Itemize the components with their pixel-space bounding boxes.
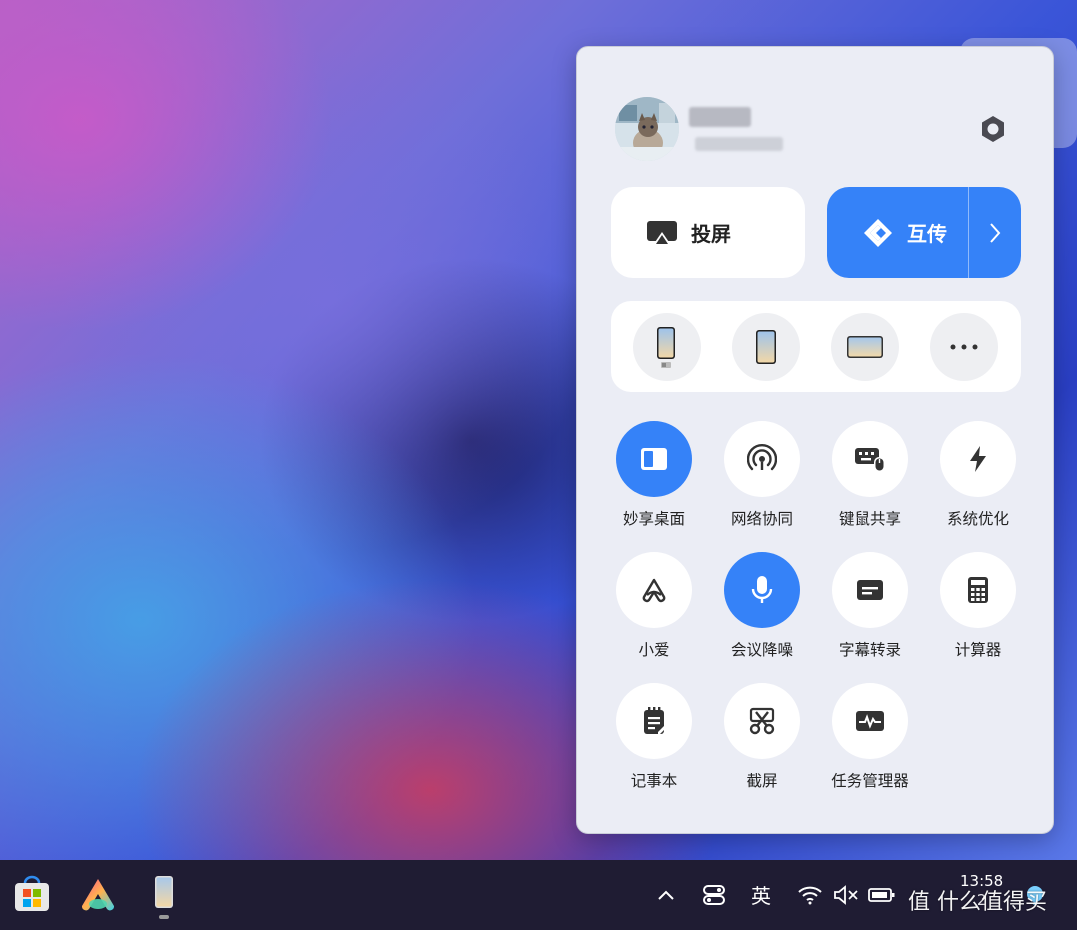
transfer-icon <box>861 216 895 250</box>
more-icon <box>950 344 978 350</box>
start-button[interactable] <box>12 874 52 914</box>
noise-reduction-toggle[interactable] <box>724 552 800 628</box>
tile-xiaoai[interactable]: 小爱 <box>600 552 708 662</box>
tile-label: 键鼠共享 <box>838 510 901 528</box>
task-manager-icon <box>856 711 884 731</box>
subtitle-toggle[interactable] <box>832 552 908 628</box>
task-manager-button[interactable] <box>832 683 908 759</box>
tile-task-manager[interactable]: 任务管理器 <box>816 683 924 793</box>
keyboard-mouse-toggle[interactable] <box>832 421 908 497</box>
tile-label: 计算器 <box>954 641 1002 659</box>
device-phone[interactable] <box>732 313 800 381</box>
chevron-up-icon <box>658 890 674 900</box>
xiaoai-taskbar-app[interactable] <box>76 874 120 914</box>
cast-icon <box>645 218 679 248</box>
tile-label: 记事本 <box>630 772 678 790</box>
phone-tablet-icon <box>657 327 675 368</box>
transfer-button[interactable]: 互传 <box>827 187 1021 278</box>
xiaoai-icon <box>642 578 666 603</box>
system-optimize-toggle[interactable] <box>940 421 1016 497</box>
notepad-icon <box>644 707 666 734</box>
device-tablet[interactable] <box>831 313 899 381</box>
phone-mirror-taskbar-app[interactable] <box>150 874 178 920</box>
user-account-redacted <box>695 137 783 151</box>
more-devices-button[interactable] <box>930 313 998 381</box>
lightning-icon <box>970 446 986 472</box>
user-name-redacted <box>689 107 751 127</box>
tile-system-optimize[interactable]: 系统优化 <box>924 421 1032 531</box>
notepad-button[interactable] <box>616 683 692 759</box>
tile-keyboard-mouse-share[interactable]: 键鼠共享 <box>816 421 924 531</box>
tile-meeting-noise-reduction[interactable]: 会议降噪 <box>708 552 816 662</box>
scissors-icon <box>749 707 775 735</box>
tile-label: 截屏 <box>746 772 778 790</box>
user-avatar[interactable] <box>615 97 679 161</box>
tile-label: 字幕转录 <box>838 641 901 659</box>
wifi-button[interactable] <box>796 880 824 910</box>
volume-muted-icon <box>834 885 858 905</box>
xiaoai-app-icon <box>81 879 115 911</box>
tile-label: 任务管理器 <box>831 772 909 790</box>
control-center-button[interactable] <box>700 880 728 910</box>
tile-notepad[interactable]: 记事本 <box>600 683 708 793</box>
tile-label: 会议降噪 <box>730 641 793 659</box>
phone-app-icon <box>155 876 173 919</box>
battery-icon <box>868 888 895 902</box>
toggles-icon <box>703 885 725 905</box>
battery-button[interactable] <box>866 880 898 910</box>
nearby-devices-row <box>611 301 1021 392</box>
input-method-indicator[interactable]: 英 <box>746 878 776 910</box>
control-center-panel: 投屏 互传 妙享桌面 网络协同 键鼠共享 系统优化 小爱 会议降噪 字幕转录 计… <box>576 46 1054 834</box>
tile-label: 妙享桌面 <box>622 510 685 528</box>
watermark: 值 什么值得买 <box>908 890 1047 915</box>
tile-desktop-share[interactable]: 妙享桌面 <box>600 421 708 531</box>
cast-label: 投屏 <box>691 222 731 246</box>
screenshot-button[interactable] <box>724 683 800 759</box>
volume-button[interactable] <box>832 880 860 910</box>
tablet-icon <box>847 336 883 358</box>
tile-calculator[interactable]: 计算器 <box>924 552 1032 662</box>
phone-icon <box>756 330 776 364</box>
microphone-icon <box>751 576 773 603</box>
transfer-expand-button[interactable] <box>969 187 1021 278</box>
tile-label: 小爱 <box>638 641 670 659</box>
store-icon <box>15 875 49 911</box>
device-phone-tablet[interactable] <box>633 313 701 381</box>
network-collab-toggle[interactable] <box>724 421 800 497</box>
tile-label: 系统优化 <box>946 510 1009 528</box>
desktop-share-icon <box>641 448 667 470</box>
transfer-label: 互传 <box>907 222 947 246</box>
subtitle-icon <box>857 580 883 600</box>
calculator-icon <box>968 577 988 603</box>
calculator-button[interactable] <box>940 552 1016 628</box>
tile-subtitle-transcribe[interactable]: 字幕转录 <box>816 552 924 662</box>
desktop-share-toggle[interactable] <box>616 421 692 497</box>
tile-label: 网络协同 <box>730 510 793 528</box>
tile-network-collab[interactable]: 网络协同 <box>708 421 816 531</box>
settings-button[interactable] <box>975 111 1011 147</box>
gear-icon <box>982 116 1004 142</box>
wifi-icon <box>798 886 822 905</box>
keyboard-mouse-icon <box>855 448 885 472</box>
tile-screenshot[interactable]: 截屏 <box>708 683 816 793</box>
xiaoai-toggle[interactable] <box>616 552 692 628</box>
network-icon <box>747 444 777 471</box>
show-hidden-icons-button[interactable] <box>652 880 680 910</box>
chevron-right-icon <box>990 222 1001 243</box>
cast-screen-button[interactable]: 投屏 <box>611 187 805 278</box>
